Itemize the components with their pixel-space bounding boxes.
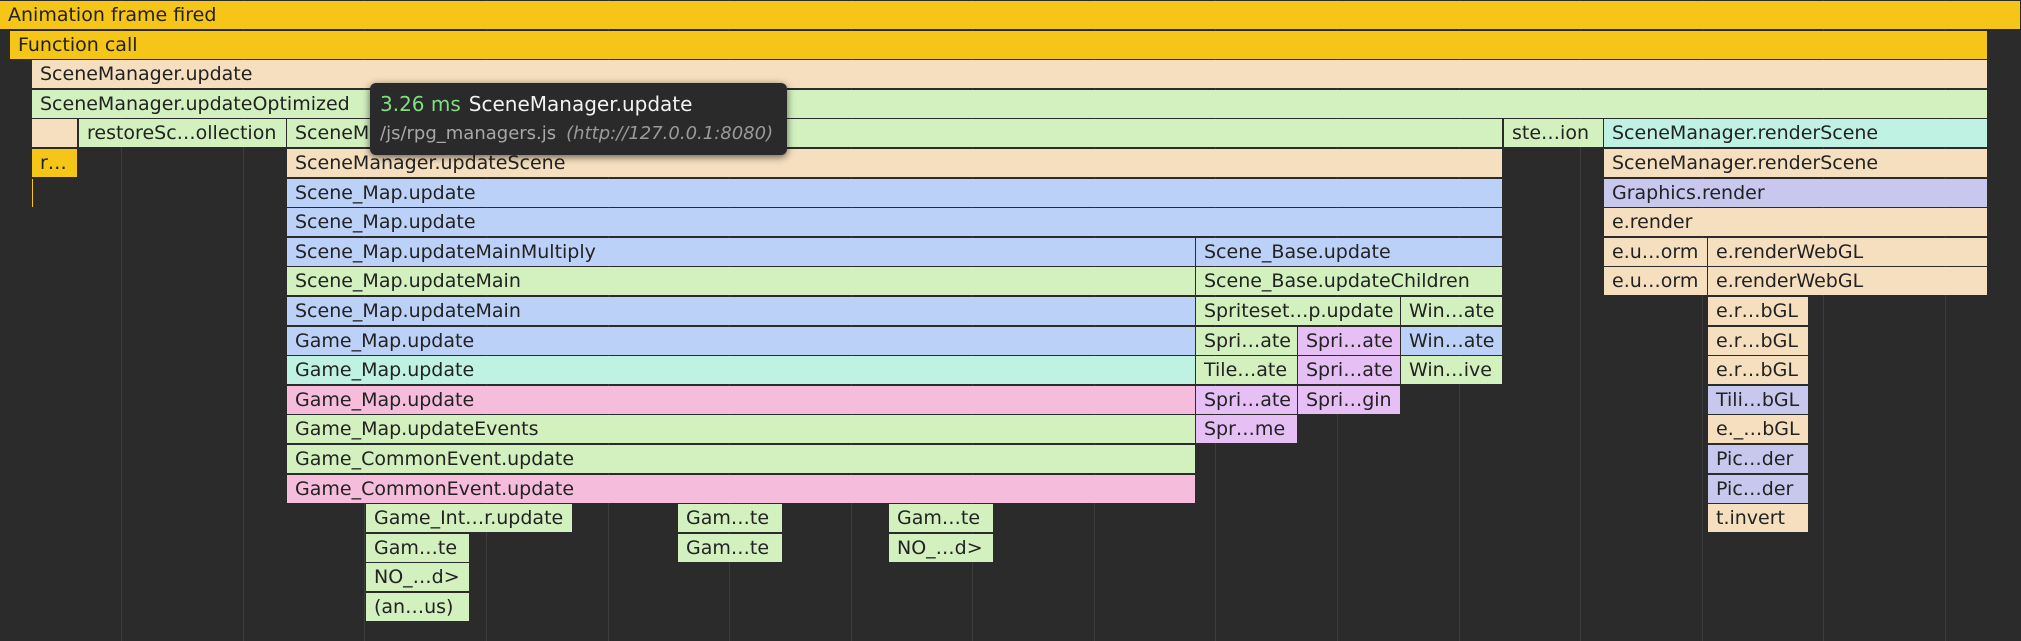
flame-frame[interactable]: Game_Map.update: [287, 386, 1196, 414]
flame-frame[interactable]: Spri…ate: [1298, 356, 1401, 384]
flame-frame[interactable]: Graphics.render: [1604, 179, 1988, 207]
flame-frame[interactable]: Win…ive: [1401, 356, 1503, 384]
flame-frame[interactable]: e.render: [1604, 208, 1988, 236]
flame-frame[interactable]: Gam…te: [366, 534, 470, 562]
flame-frame[interactable]: Scene_Map.updateMain: [287, 297, 1196, 325]
flame-frame[interactable]: Pic…der: [1708, 445, 1809, 473]
flame-frame[interactable]: [32, 119, 78, 147]
flame-frame[interactable]: Game_Map.updateEvents: [287, 415, 1196, 443]
flame-frame[interactable]: Spri…ate: [1196, 386, 1298, 414]
flame-frame[interactable]: NO_…d>: [366, 563, 470, 591]
tooltip-duration: 3.26 ms: [380, 92, 461, 116]
tooltip-function-name: SceneManager.update: [468, 92, 693, 116]
flame-frame[interactable]: Animation frame fired: [0, 1, 2021, 29]
flame-frame[interactable]: r…: [32, 149, 78, 177]
flame-frame[interactable]: Game_CommonEvent.update: [287, 445, 1196, 473]
flame-frame[interactable]: Scene_Map.update: [287, 208, 1503, 236]
flame-frame[interactable]: Gam…te: [889, 504, 994, 532]
tooltip-file: /js/rpg_managers.js: [380, 123, 557, 144]
flame-frame[interactable]: SceneManager.renderScene: [1604, 149, 1988, 177]
flame-frame[interactable]: e.r…bGL: [1708, 356, 1809, 384]
flame-frame[interactable]: Function call: [10, 31, 1988, 59]
flame-frame[interactable]: [32, 179, 34, 207]
flame-frame[interactable]: e.u…orm: [1604, 267, 1708, 295]
flame-frame[interactable]: Game_Int…r.update: [366, 504, 573, 532]
flame-frame[interactable]: t.invert: [1708, 504, 1809, 532]
flame-frame[interactable]: NO_…d>: [889, 534, 994, 562]
flame-frame[interactable]: Tile…ate: [1196, 356, 1298, 384]
flame-frame[interactable]: Pic…der: [1708, 475, 1809, 503]
flame-frame[interactable]: Game_CommonEvent.update: [287, 475, 1196, 503]
flame-frame[interactable]: Spriteset…p.update: [1196, 297, 1401, 325]
flame-frame[interactable]: Game_Map.update: [287, 327, 1196, 355]
flame-frame[interactable]: e._…bGL: [1708, 415, 1809, 443]
flame-frame[interactable]: Win…ate: [1401, 297, 1503, 325]
flame-frame[interactable]: Tili…bGL: [1708, 386, 1809, 414]
tooltip-url: (http://127.0.0.1:8080): [566, 123, 774, 144]
flame-frame[interactable]: ste…ion: [1504, 119, 1604, 147]
flame-frame[interactable]: SceneManager.update: [32, 60, 1988, 88]
flame-frame[interactable]: e.u…orm: [1604, 238, 1708, 266]
flame-frame[interactable]: e.r…bGL: [1708, 327, 1809, 355]
flame-frame[interactable]: e.renderWebGL: [1708, 267, 1988, 295]
flame-frame[interactable]: Gam…te: [678, 504, 783, 532]
flame-frame[interactable]: Scene_Base.updateChildren: [1196, 267, 1503, 295]
flame-frame[interactable]: restoreSc…ollection: [79, 119, 287, 147]
flame-chart: Animation frame fired Function call SceneM…: [0, 0, 2021, 641]
flame-frame[interactable]: Scene_Map.update: [287, 179, 1503, 207]
flame-frame[interactable]: Scene_Base.update: [1196, 238, 1503, 266]
flame-frame[interactable]: e.renderWebGL: [1708, 238, 1988, 266]
flame-frame[interactable]: Win…ate: [1401, 327, 1503, 355]
flame-frame[interactable]: Scene_Map.updateMainMultiply: [287, 238, 1196, 266]
flame-frame[interactable]: Scene_Map.updateMain: [287, 267, 1196, 295]
flame-frame[interactable]: e.r…bGL: [1708, 297, 1809, 325]
flame-frame[interactable]: (an…us): [366, 593, 470, 621]
flame-frame[interactable]: Game_Map.update: [287, 356, 1196, 384]
frame-tooltip: 3.26 ms SceneManager.update /js/rpg_manag…: [370, 83, 787, 155]
flame-frame[interactable]: Spri…ate: [1298, 327, 1401, 355]
flame-frame[interactable]: SceneManager.updateOptimized: [32, 90, 1988, 118]
flame-frame[interactable]: Spr…me: [1196, 415, 1298, 443]
flame-frame[interactable]: Spri…gin: [1298, 386, 1401, 414]
flame-frame[interactable]: Gam…te: [678, 534, 783, 562]
flame-frame[interactable]: Spri…ate: [1196, 327, 1298, 355]
flame-frame[interactable]: SceneManager.renderScene: [1604, 119, 1988, 147]
